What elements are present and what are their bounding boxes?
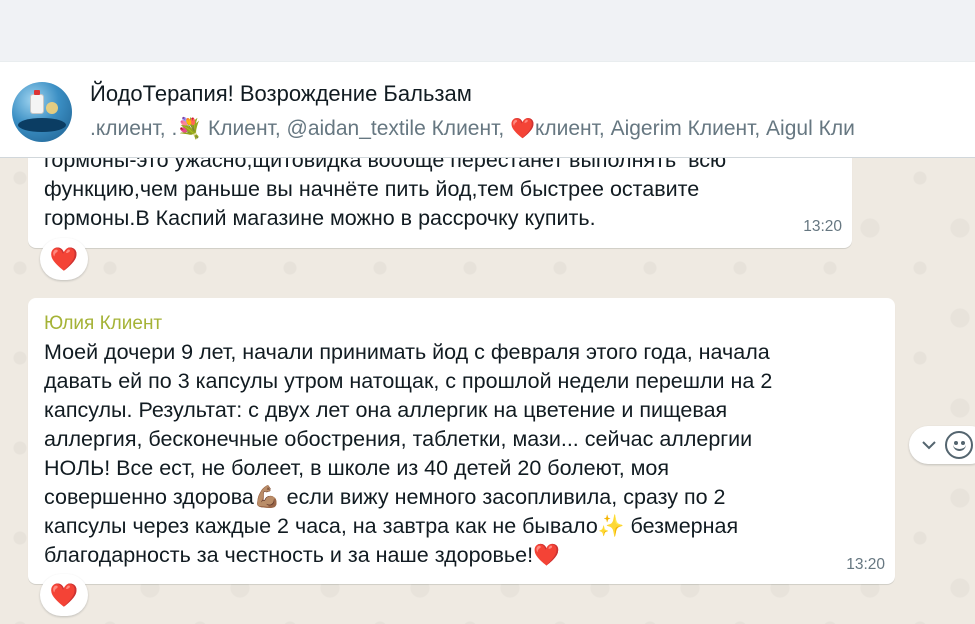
message-bubble[interactable]: Юлия Клиент Моей дочери 9 лет, начали пр…	[28, 298, 895, 584]
heart-emoji: ❤️	[510, 118, 535, 140]
chevron-down-icon[interactable]	[918, 434, 940, 456]
message-time: 13:20	[803, 218, 842, 235]
message-bubble[interactable]: гормоны-это ужасно,щитовидка вообще пере…	[28, 158, 852, 248]
member-text: клиент, Aigerim Клиент, Aigul Кли	[534, 117, 855, 140]
window-titlebar	[0, 0, 975, 61]
chat-header[interactable]: ЙодоТерапия! Возрождение Бальзам .клиент…	[0, 61, 975, 158]
member-text: .клиент, .	[90, 117, 178, 140]
heart-reaction[interactable]: ❤️	[40, 238, 88, 280]
avatar-wave	[18, 118, 66, 132]
message-text: гормоны-это ужасно,щитовидка вообще пере…	[44, 158, 727, 230]
chat-panel[interactable]: гормоны-это ужасно,щитовидка вообще пере…	[0, 158, 975, 624]
avatar-bottle	[30, 90, 44, 114]
heart-reaction[interactable]: ❤️	[40, 574, 88, 616]
member-text: Клиент, @aidan_textile Клиент,	[202, 117, 511, 140]
emoji-icon[interactable]	[945, 431, 973, 459]
bouquet-emoji: 💐	[177, 118, 203, 140]
group-members[interactable]: .клиент, .💐 Клиент, @aidan_textile Клиен…	[90, 116, 975, 141]
group-avatar[interactable]	[12, 82, 72, 142]
message-actions	[909, 426, 975, 464]
group-title[interactable]: ЙодоТерапия! Возрождение Бальзам	[90, 81, 472, 107]
avatar-glint	[46, 102, 58, 114]
message-text: Моей дочери 9 лет, начали принимать йод …	[44, 340, 773, 567]
message-time: 13:20	[846, 556, 885, 573]
message-sender[interactable]: Юлия Клиент	[44, 313, 162, 335]
